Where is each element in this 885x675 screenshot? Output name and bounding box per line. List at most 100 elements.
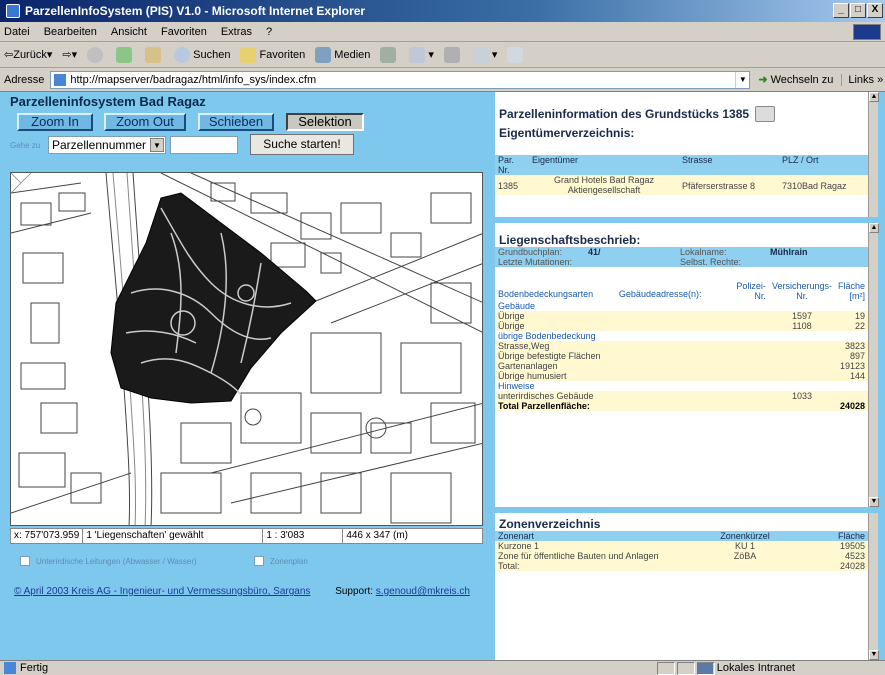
owners-title: Eigentümerverzeichnis: — [499, 126, 635, 140]
lokal-label: Lokalname: — [680, 247, 727, 257]
cadastral-map[interactable] — [10, 172, 483, 526]
status-cell — [677, 662, 695, 675]
cover-table: Bodenbedeckungsarten Gebäudeadresse(n): … — [495, 281, 868, 411]
zoom-in-button[interactable]: Zoom In — [17, 113, 93, 131]
edit-button[interactable]: ▾ — [472, 46, 497, 63]
stop-button[interactable] — [87, 46, 106, 63]
description-scrollbar[interactable]: ▲ ▼ — [868, 223, 879, 507]
zone-row: Total: 24028 — [495, 561, 868, 571]
maximize-button[interactable]: □ — [850, 3, 866, 18]
go-button[interactable]: ➜ Wechseln zu — [758, 73, 833, 87]
menu-favoriten[interactable]: Favoriten — [161, 26, 207, 38]
goto-select[interactable]: Parzellennummer ▼ — [48, 136, 166, 154]
zoning-plan-checkbox[interactable]: Zonenplan — [254, 556, 308, 566]
select-button[interactable]: Selektion — [286, 113, 364, 131]
page-done-icon — [4, 662, 16, 674]
search-start-button[interactable]: Suche starten! — [250, 134, 354, 155]
discuss-button[interactable] — [507, 46, 526, 63]
zones-scrollbar[interactable]: ▼ — [868, 513, 879, 660]
cover-row: Gartenanlagen 19123 — [495, 361, 868, 371]
favorites-button[interactable]: Favoriten — [240, 46, 305, 63]
cover-label: Übrige befestigte Flächen — [498, 351, 601, 361]
scale-readout: 1 : 3'083 — [263, 529, 344, 543]
history-button[interactable] — [380, 46, 399, 63]
back-button[interactable]: ⇦ Zurück ▾ — [4, 48, 52, 62]
cover-area: 3823 — [844, 341, 865, 351]
map-canvas[interactable] — [11, 173, 483, 526]
owners-scrollbar[interactable]: ▲ — [868, 92, 879, 217]
address-bar: Adresse http://mapserver/badragaz/html/i… — [0, 68, 885, 92]
zones-table: Zonenart Zonenkürzel Fläche Kurzone 1 KU … — [495, 531, 868, 571]
search-button[interactable]: Suchen — [174, 46, 230, 63]
owner-city: 7310Bad Ragaz — [782, 181, 847, 191]
cover-label: unterirdisches Gebäude — [498, 391, 594, 401]
zone-area: 24028 — [839, 561, 865, 571]
cover-area: 22 — [854, 321, 865, 331]
selbst-label: Selbst. Rechte: — [680, 257, 742, 267]
edit-icon — [472, 46, 489, 63]
cover-vers — [769, 301, 835, 311]
status-text: Fertig — [20, 662, 49, 674]
support-email-link[interactable]: s.genoud@mkreis.ch — [376, 586, 470, 597]
media-button[interactable]: Medien — [315, 46, 370, 63]
description-title: Liegenschaftsbeschrieb: — [499, 233, 641, 247]
cover-area: 19 — [854, 311, 865, 321]
cover-vers — [769, 331, 835, 341]
owners-row: 1385 Grand Hotels Bad Ragaz Aktiengesells… — [495, 175, 868, 195]
pan-button[interactable]: Schieben — [198, 113, 274, 131]
print-button[interactable] — [443, 46, 463, 63]
cover-label: übrige Bodenbedeckung — [498, 331, 596, 341]
links-button[interactable]: Links » — [841, 73, 883, 86]
col-polizei: Polizei- Nr. — [733, 281, 769, 301]
scroll-up-icon[interactable]: ▲ — [869, 223, 879, 233]
menu-datei[interactable]: Datei — [4, 26, 30, 38]
info-panel: Parzelleninformation des Grundstücks 138… — [492, 92, 879, 660]
checkbox-label: Unterirdische Leitungen (Abwasser / Wass… — [36, 556, 197, 566]
col-vers: Versicherungs- Nr. — [769, 281, 835, 301]
col-vers-line: Versicherungs- — [771, 281, 832, 291]
address-dropdown-icon[interactable]: ▼ — [735, 71, 749, 88]
close-button[interactable]: X — [867, 3, 883, 18]
support-label: Support: — [335, 586, 374, 597]
zones-header-row: Zonenart Zonenkürzel Fläche — [495, 531, 868, 541]
owner-street: Pfäferserstrasse 8 — [682, 181, 756, 191]
cover-group-row: Hinweise — [495, 381, 868, 391]
col-adresse: Gebäudeadresse(n): — [618, 289, 702, 299]
col-flaeche-line: [m²] — [849, 291, 866, 301]
forward-button[interactable]: ⇨ ▾ — [62, 48, 77, 61]
zone-art: Zone für öffentliche Bauten und Anlagen — [498, 551, 659, 561]
ie-icon — [6, 4, 20, 18]
underground-lines-checkbox[interactable]: Unterirdische Leitungen (Abwasser / Wass… — [20, 556, 197, 566]
copyright-link[interactable]: © April 2003 Kreis AG - Ingenieur- und V… — [14, 586, 310, 597]
zoom-out-button[interactable]: Zoom Out — [104, 113, 186, 131]
scroll-down-icon[interactable]: ▼ — [869, 497, 879, 507]
back-arrow-icon: ⇦ — [4, 49, 14, 61]
address-input[interactable]: http://mapserver/badragaz/html/info_sys/… — [50, 70, 751, 89]
menu-extras[interactable]: Extras — [221, 26, 252, 38]
scroll-up-icon[interactable]: ▲ — [869, 92, 879, 102]
cover-vers: 1033 — [791, 391, 812, 401]
menu-bearbeiten[interactable]: Bearbeiten — [44, 26, 97, 38]
selection-readout: 1 'Liegenschaften' gewählt — [83, 529, 264, 543]
menu-bar: Datei Bearbeiten Ansicht Favoriten Extra… — [0, 22, 885, 42]
print-icon[interactable] — [755, 106, 776, 122]
menu-ansicht[interactable]: Ansicht — [111, 26, 147, 38]
cover-row: Übrige 1597 19 — [495, 311, 868, 321]
browser-statusbar: Fertig Lokales Intranet — [0, 660, 885, 675]
windows-logo-icon — [853, 24, 881, 40]
description-table: Grundbuchplan: 41/ Lokalname: Mühlrain L… — [495, 247, 868, 267]
col-flaeche-line: Fläche — [837, 281, 865, 291]
home-button[interactable] — [145, 46, 164, 63]
cover-label: Strasse,Weg — [498, 341, 550, 351]
menu-help[interactable]: ? — [266, 26, 272, 38]
owner-name: Grand Hotels Bad Ragaz Aktiengesellschaft — [529, 175, 679, 195]
mutation-row: Letzte Mutationen: Selbst. Rechte: — [495, 257, 868, 267]
mail-button[interactable]: ▾ — [409, 46, 434, 63]
window-title: ParzellenInfoSystem (PIS) V1.0 - Microso… — [25, 4, 366, 18]
minimize-button[interactable]: _ — [833, 3, 849, 18]
scroll-down-icon[interactable]: ▼ — [869, 650, 879, 660]
cover-group-row: Gebäude — [495, 301, 868, 311]
refresh-button[interactable] — [116, 46, 135, 63]
stop-icon — [87, 46, 104, 63]
parcel-number-input[interactable] — [170, 136, 238, 154]
